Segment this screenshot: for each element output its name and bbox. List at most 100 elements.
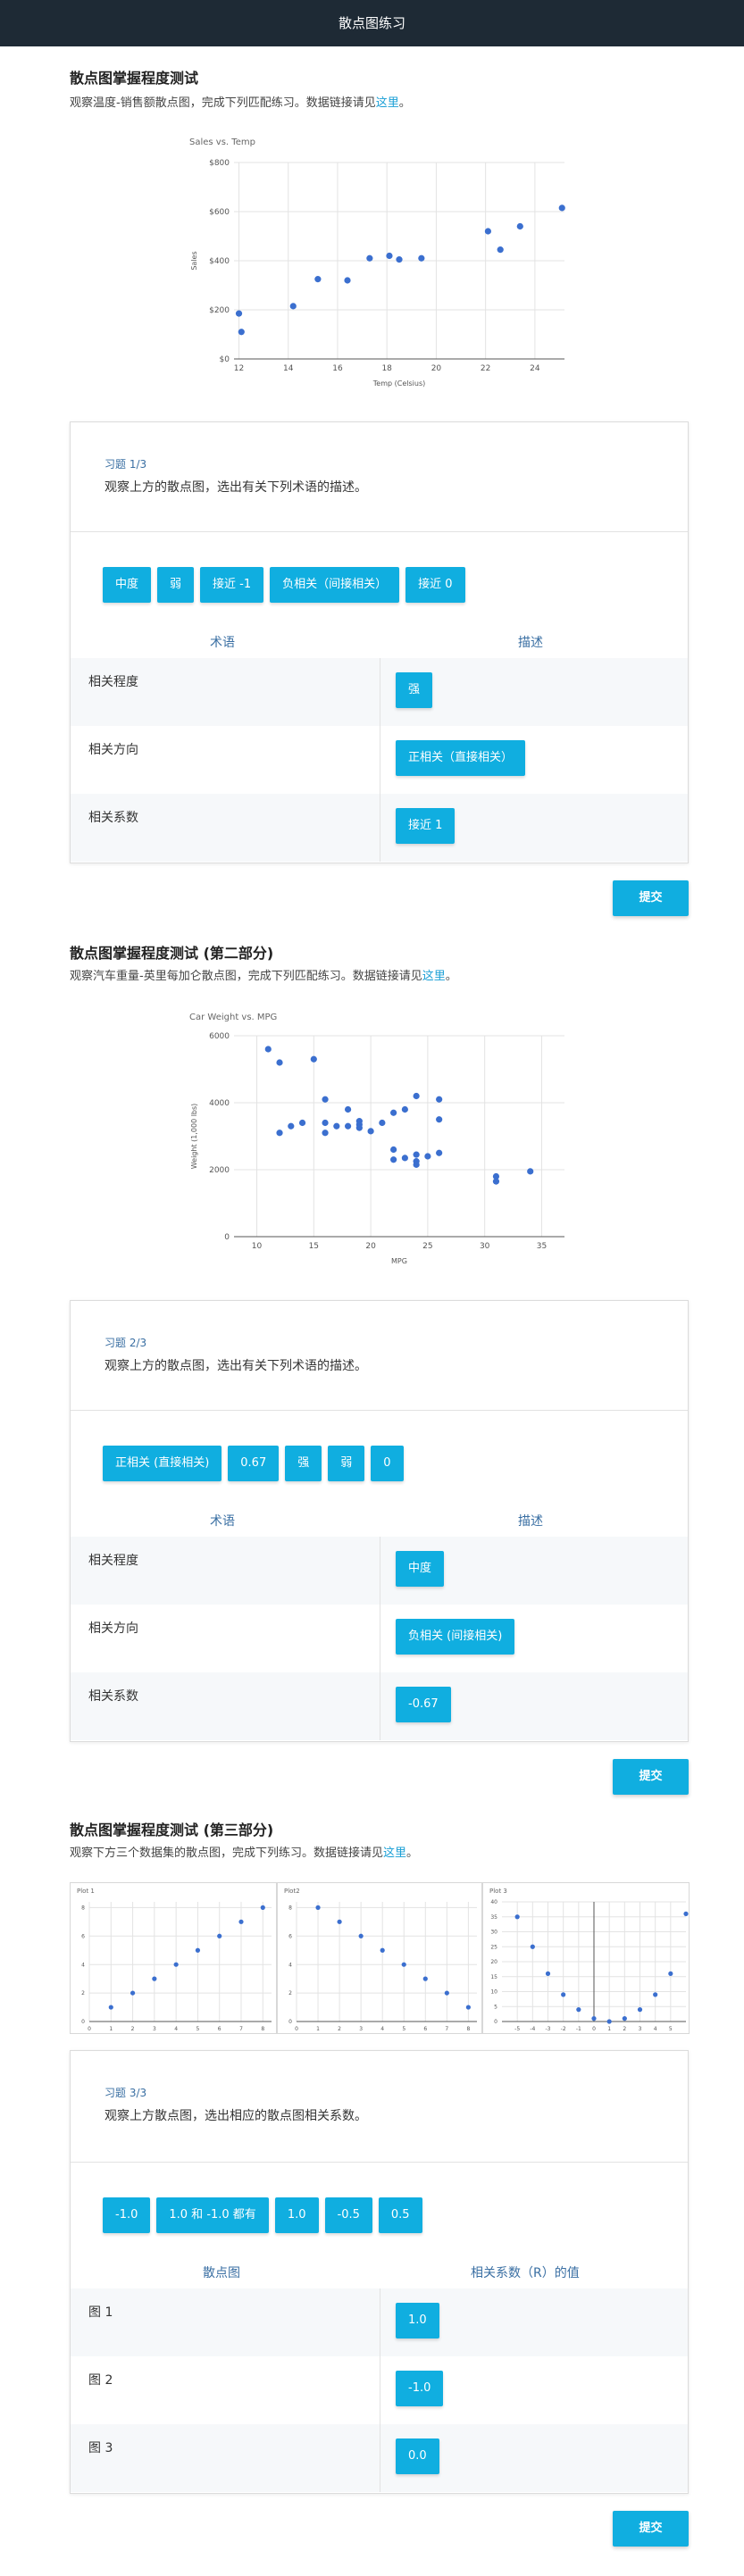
option-weak[interactable]: 弱 [157, 567, 195, 603]
y-axis-label: Sales [190, 251, 198, 270]
section-1-title: 散点图掌握程度测试 [70, 70, 199, 87]
table-row: 相关系数 接近 1 [71, 794, 688, 862]
column-header-description: 描述 [518, 1514, 543, 1529]
table-row: 图 3 0.0 [71, 2424, 688, 2492]
exercise-1-label: 习题 1/3 [104, 458, 147, 471]
data-point [497, 246, 504, 254]
row-term: 相关系数 [88, 1689, 138, 1704]
x-axis-label: Temp (Celsius) [372, 379, 425, 388]
table-row: 相关方向 负相关 (间接相关) [71, 1605, 688, 1672]
data-point [390, 1156, 397, 1163]
x-tick-label: 16 [332, 364, 343, 373]
row-term: 相关系数 [88, 811, 138, 825]
plot-3-scatter-chart: 0 5 10 15 20 25 30 35 40 -5 -4 -3 -2 -1 0 1 2 3 4 5 Plot 3 [482, 1882, 690, 2034]
data-point [235, 310, 243, 317]
x-tick-label: 15 [309, 1242, 319, 1251]
data-point [637, 2007, 643, 2013]
option-moderate[interactable]: 中度 [103, 567, 152, 603]
option-both-1-and-minus-1[interactable]: 1.0 和 -1.0 都有 [156, 2197, 269, 2233]
option-weak[interactable]: 弱 [328, 1446, 365, 1481]
y-tick-label: 10 [490, 1989, 497, 1996]
section-2-data-link[interactable]: 这里 [422, 970, 446, 983]
exercise-3-question: 观察上方散点图，选出相应的散点图相关系数。 [104, 2109, 367, 2123]
data-point [238, 1919, 244, 1924]
section-2-title: 散点图掌握程度测试 (第二部分) [70, 945, 274, 962]
exercise-2-card: 习题 2/3 观察上方的散点图，选出有关下列术语的描述。 正相关 (直接相关) … [70, 1300, 689, 1742]
exercise-1-divider [71, 531, 688, 532]
data-point [413, 1092, 420, 1100]
x-tick-label: 2 [338, 2026, 341, 2032]
x-tick-label: 1 [607, 2026, 611, 2032]
y-tick-label: 4 [288, 1962, 292, 1968]
column-header-term: 术语 [210, 1514, 235, 1529]
y-tick-label: 0 [224, 1233, 230, 1242]
answer-chip-1-0[interactable]: 1.0 [396, 2303, 439, 2338]
x-axis-label: MPG [391, 1257, 407, 1265]
x-tick-label: 1 [109, 2026, 113, 2032]
data-point [653, 1992, 658, 1997]
option-0[interactable]: 0 [371, 1446, 404, 1481]
y-tick-label: 6 [288, 1933, 292, 1939]
data-point [390, 1109, 397, 1116]
option-0-5[interactable]: 0.5 [378, 2197, 422, 2233]
option-near-minus-1[interactable]: 接近 -1 [200, 567, 264, 603]
answer-chip-strong[interactable]: 强 [396, 672, 433, 708]
section-3-data-link[interactable]: 这里 [383, 1847, 406, 1860]
data-point [217, 1933, 222, 1938]
exercise-1-submit-button[interactable]: 提交 [613, 880, 689, 916]
answer-chip-0-0[interactable]: 0.0 [396, 2438, 439, 2474]
x-tick-label: -4 [530, 2026, 535, 2032]
option-positive-correlation[interactable]: 正相关 (直接相关) [103, 1446, 222, 1481]
option-0-67[interactable]: 0.67 [228, 1446, 280, 1481]
data-point [401, 1105, 408, 1113]
x-tick-label: 20 [431, 364, 442, 373]
x-tick-label: 22 [481, 364, 490, 373]
option-near-0[interactable]: 接近 0 [405, 567, 465, 603]
exercise-3-submit-button[interactable]: 提交 [613, 2511, 689, 2547]
y-tick-label: 8 [81, 1905, 85, 1911]
data-point [310, 1055, 317, 1063]
y-tick-label: 20 [490, 1959, 497, 1965]
section-2-desc-text: 观察汽车重量-英里每加仑散点图，完成下列匹配练习。数据链接请见 [70, 970, 422, 983]
answer-chip-near-1[interactable]: 接近 1 [396, 808, 456, 844]
section-3-description: 观察下方三个数据集的散点图，完成下列练习。数据链接请见这里。 [70, 1843, 418, 1860]
data-point [238, 329, 245, 336]
option-strong[interactable]: 强 [285, 1446, 322, 1481]
exercise-2-table-header: 术语 描述 [71, 1506, 688, 1533]
chart-title: Plot2 [284, 1888, 300, 1895]
answer-chip-negative-correlation[interactable]: 负相关 (间接相关) [396, 1619, 515, 1655]
data-point [516, 222, 523, 230]
y-tick-label: 4 [81, 1962, 85, 1968]
data-point [173, 1962, 179, 1967]
x-tick-label: 35 [537, 1242, 547, 1251]
data-point [130, 1990, 136, 1996]
answer-chip-minus-0-67[interactable]: -0.67 [396, 1687, 451, 1722]
exercise-2-label: 习题 2/3 [104, 1337, 147, 1349]
data-point [264, 1046, 272, 1053]
section-1-data-link[interactable]: 这里 [376, 96, 399, 110]
x-tick-label: -2 [561, 2026, 566, 2032]
data-point [260, 1905, 265, 1910]
x-tick-label: 8 [261, 2026, 264, 2032]
option-negative-correlation[interactable]: 负相关（间接相关） [270, 567, 400, 603]
data-point [289, 303, 297, 310]
x-tick-label: -3 [546, 2026, 551, 2032]
answer-chip-moderate[interactable]: 中度 [396, 1551, 445, 1587]
app-title: 散点图练习 [338, 15, 405, 31]
row-term: 图 1 [88, 2305, 113, 2320]
option-minus-1-0[interactable]: -1.0 [103, 2197, 151, 2233]
option-minus-0-5[interactable]: -0.5 [324, 2197, 372, 2233]
option-1-0[interactable]: 1.0 [274, 2197, 319, 2233]
y-tick-label: $0 [220, 355, 230, 364]
exercise-3-card: 习题 3/3 观察上方散点图，选出相应的散点图相关系数。 -1.0 1.0 和 … [70, 2050, 689, 2494]
y-tick-label: 2 [81, 1990, 85, 1997]
y-tick-label: 30 [490, 1930, 497, 1936]
data-point [322, 1096, 329, 1103]
answer-chip-positive-correlation[interactable]: 正相关（直接相关） [396, 740, 526, 776]
data-point [344, 1122, 352, 1130]
exercise-2-submit-button[interactable]: 提交 [613, 1759, 689, 1795]
answer-chip-minus-1-0[interactable]: -1.0 [396, 2371, 444, 2406]
data-point [276, 1130, 283, 1137]
data-point [622, 2016, 627, 2022]
app-header: 散点图练习 [0, 0, 744, 46]
